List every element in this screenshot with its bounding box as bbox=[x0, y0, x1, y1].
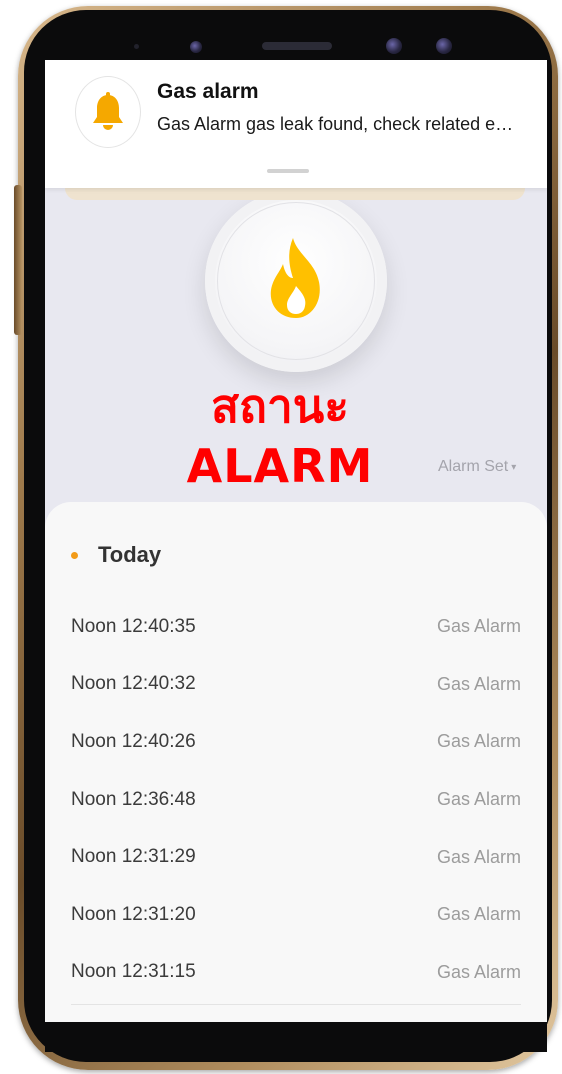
today-section-header: Today bbox=[71, 542, 161, 568]
status-label-alarm: ALARM bbox=[186, 439, 374, 493]
log-entry-type: Gas Alarm bbox=[436, 616, 521, 637]
log-entry-type: Gas Alarm bbox=[436, 731, 521, 752]
log-entry[interactable]: Noon 12:31:29 Gas Alarm bbox=[71, 828, 521, 886]
alarm-log-list: Noon 12:40:35 Gas Alarm Noon 12:40:32 Ga… bbox=[71, 598, 521, 1001]
caret-down-icon: ▾ bbox=[511, 461, 517, 473]
log-entry-type: Gas Alarm bbox=[436, 789, 521, 810]
log-entry-time: Noon 12:40:32 bbox=[71, 673, 196, 695]
proximity-sensor-icon bbox=[190, 41, 202, 53]
alarm-log-panel: Today Noon 12:40:35 Gas Alarm Noon 12:40… bbox=[45, 502, 547, 1022]
log-entry-time: Noon 12:40:35 bbox=[71, 615, 196, 637]
log-entry[interactable]: Noon 12:31:20 Gas Alarm bbox=[71, 886, 521, 944]
log-entry[interactable]: Noon 12:40:26 Gas Alarm bbox=[71, 713, 521, 771]
notification-drag-handle[interactable] bbox=[267, 169, 309, 173]
phone-screen: Gas alarm Gas Alarm gas leak found, chec… bbox=[45, 60, 547, 1022]
device-status-indicator bbox=[205, 190, 387, 372]
alarm-set-label: Alarm Set bbox=[438, 458, 509, 475]
phone-side-button bbox=[14, 185, 22, 335]
log-divider bbox=[71, 1004, 521, 1005]
front-camera-secondary-icon bbox=[436, 38, 452, 54]
log-entry[interactable]: Noon 12:40:32 Gas Alarm bbox=[71, 656, 521, 714]
log-entry[interactable]: Noon 12:36:48 Gas Alarm bbox=[71, 771, 521, 829]
flame-icon bbox=[270, 238, 320, 318]
log-entry-type: Gas Alarm bbox=[436, 673, 521, 694]
phone-bottom-bezel bbox=[45, 1022, 547, 1052]
log-entry-type: Gas Alarm bbox=[436, 961, 521, 982]
log-entry-type: Gas Alarm bbox=[436, 846, 521, 867]
gas-alarm-notification[interactable]: Gas alarm Gas Alarm gas leak found, chec… bbox=[45, 60, 547, 188]
today-dot-icon bbox=[71, 551, 78, 559]
bell-icon bbox=[93, 92, 123, 130]
earpiece-speaker bbox=[262, 42, 332, 50]
log-entry-time: Noon 12:31:15 bbox=[71, 961, 196, 983]
today-label: Today bbox=[98, 542, 162, 567]
log-entry-time: Noon 12:31:29 bbox=[71, 846, 196, 868]
log-entry[interactable]: Noon 12:40:35 Gas Alarm bbox=[71, 598, 521, 656]
log-entry-time: Noon 12:31:20 bbox=[71, 903, 196, 925]
log-entry-time: Noon 12:40:26 bbox=[71, 730, 196, 752]
notification-icon-badge bbox=[75, 76, 141, 148]
status-label-thai: สถานะ bbox=[211, 379, 349, 433]
log-entry[interactable]: Noon 12:31:15 Gas Alarm bbox=[71, 944, 521, 1002]
alarm-set-dropdown[interactable]: Alarm Set ▾ bbox=[438, 458, 516, 476]
front-camera-icon bbox=[386, 38, 402, 54]
notification-body: Gas Alarm gas leak found, check related … bbox=[157, 114, 514, 134]
log-entry-time: Noon 12:36:48 bbox=[71, 788, 196, 810]
notification-title: Gas alarm bbox=[157, 80, 259, 103]
sensor-icon bbox=[134, 44, 139, 49]
notification-stack-shadow bbox=[65, 188, 525, 200]
log-entry-type: Gas Alarm bbox=[436, 904, 521, 925]
